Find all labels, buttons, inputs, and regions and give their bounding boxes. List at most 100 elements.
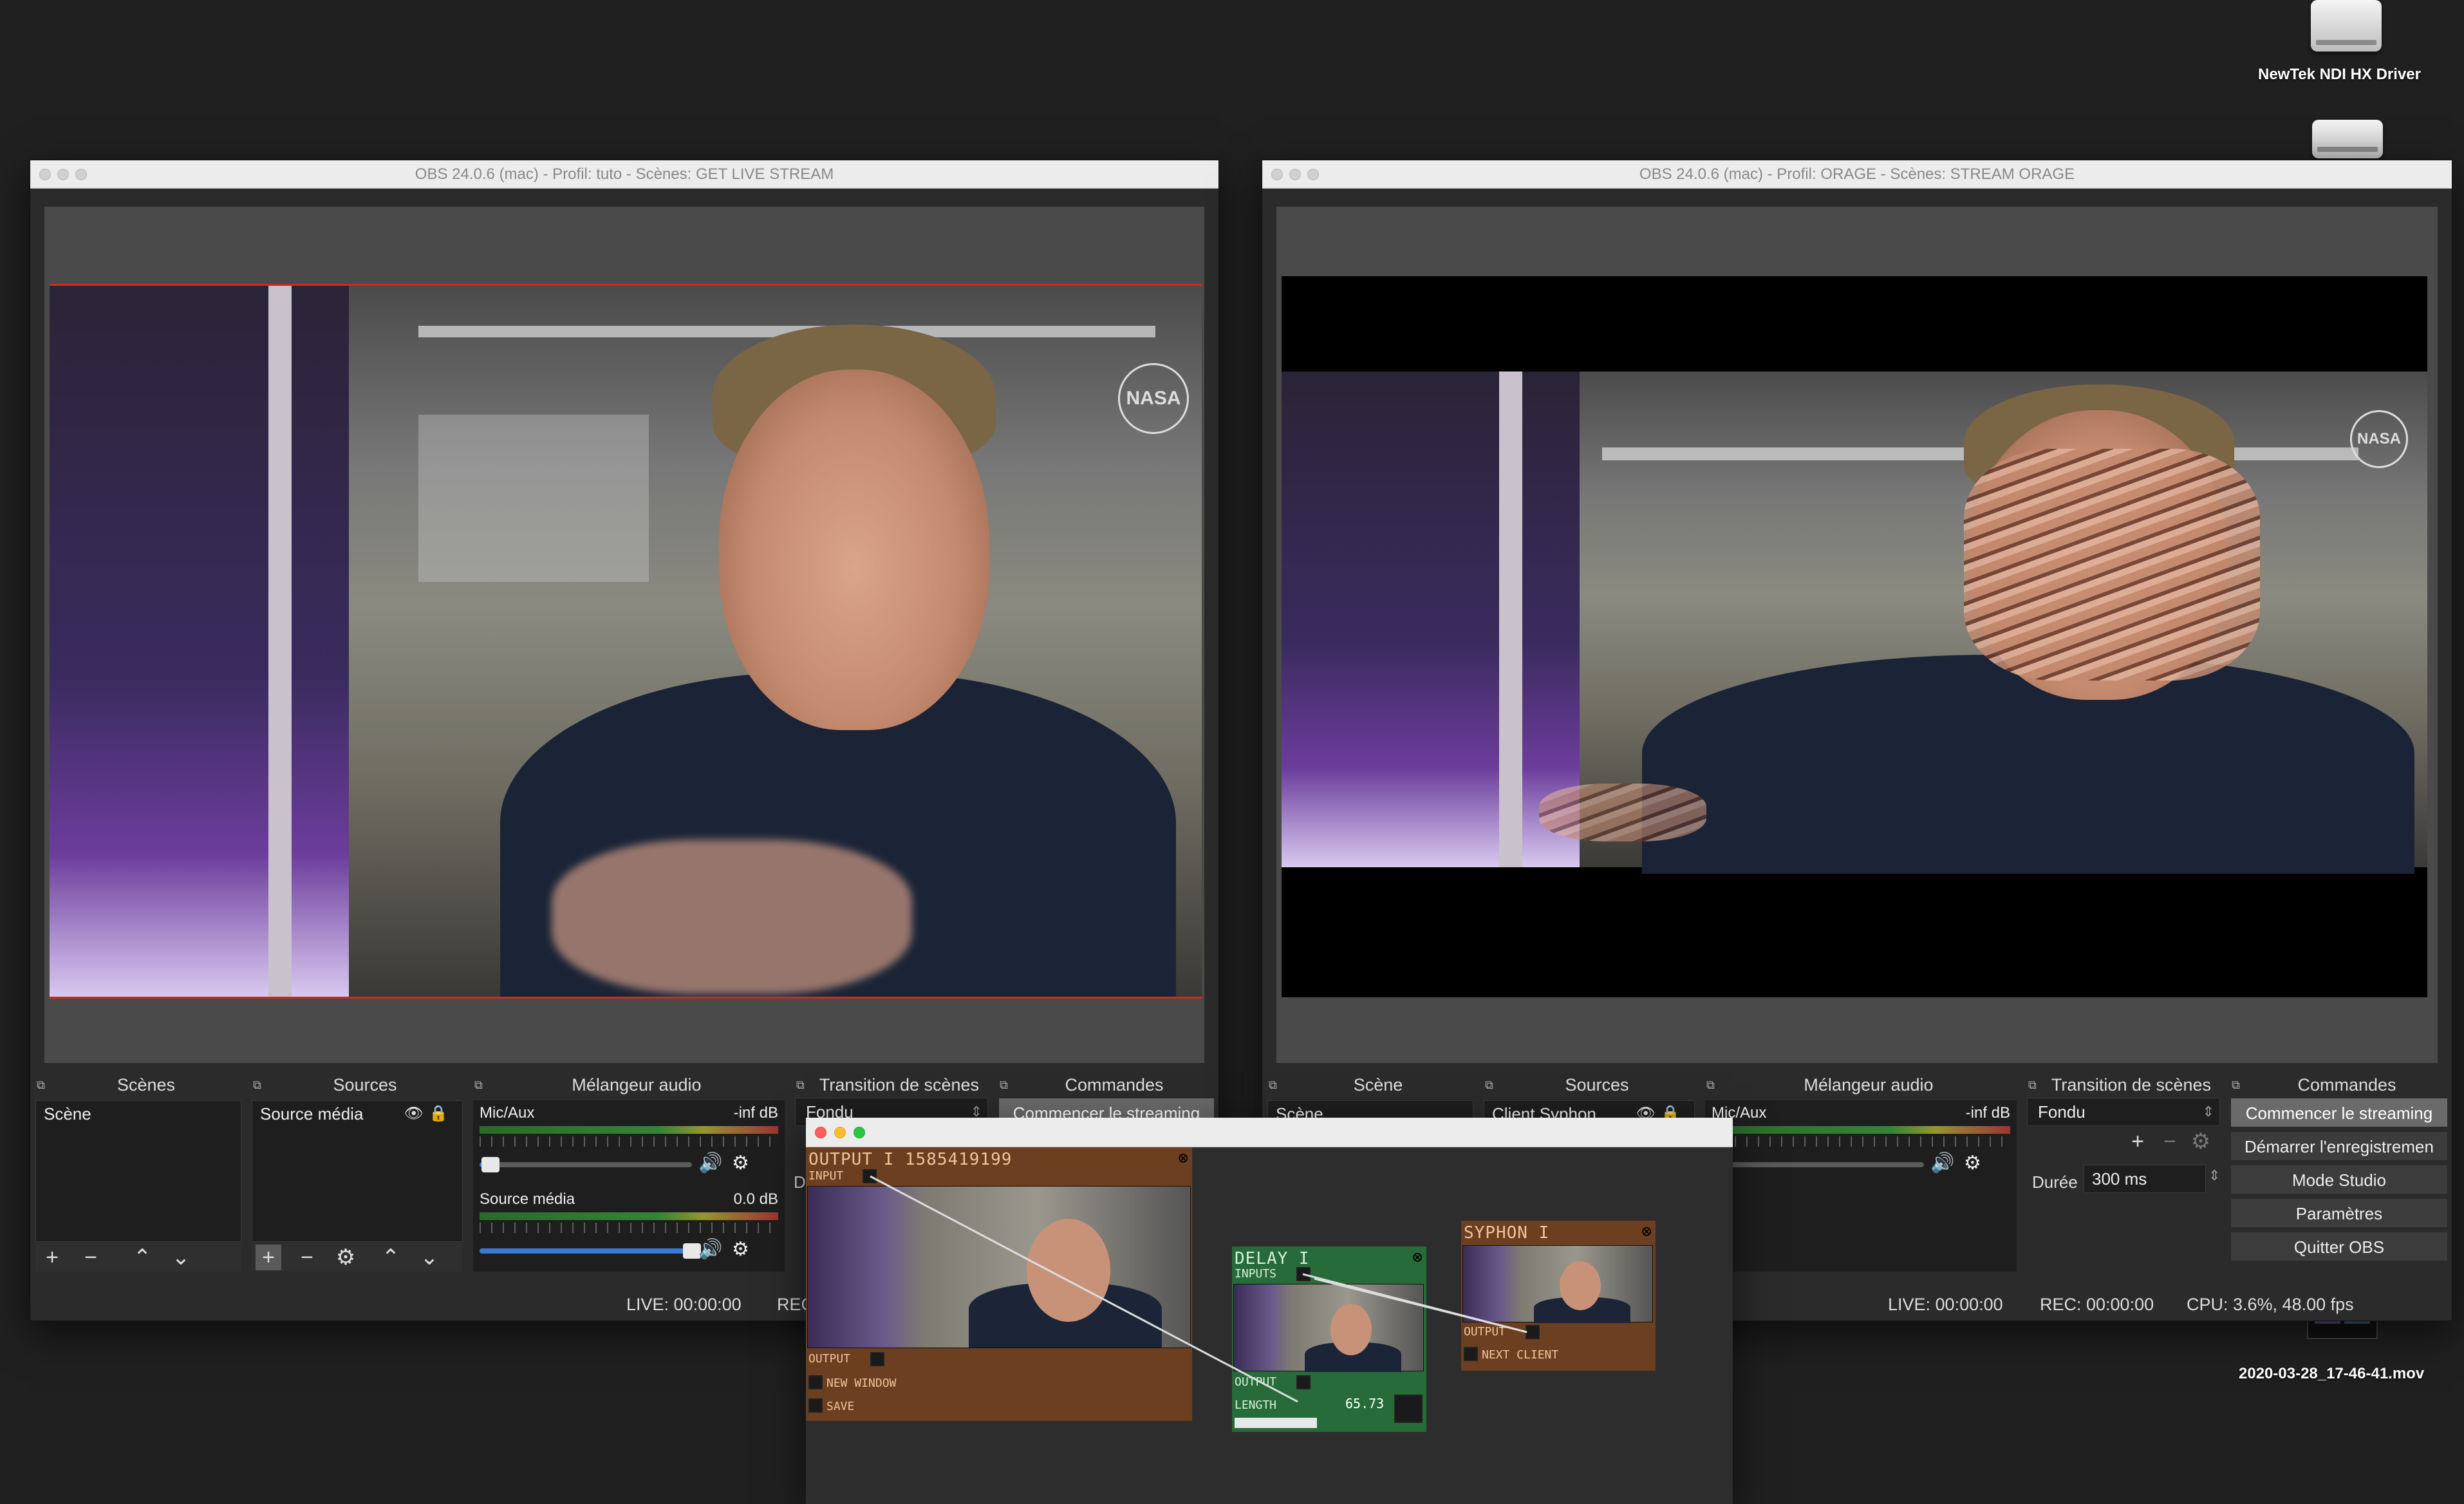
media-source-meter <box>480 1212 778 1220</box>
quit-obs-button[interactable]: Quitter OBS <box>2230 1232 2448 1261</box>
dock-float-icon[interactable]: ⧉ <box>253 1078 261 1092</box>
fader-knob[interactable] <box>481 1157 499 1172</box>
preview-canvas[interactable]: NASA <box>50 284 1202 999</box>
scenes-list[interactable]: Scène <box>35 1100 241 1242</box>
move-up-button[interactable]: ⌃ <box>378 1245 404 1270</box>
close-x-icon[interactable]: ⊗ <box>1178 1149 1188 1168</box>
delay-actor[interactable]: DELAY I ⊗ INPUTS OUTPUT LENGTH 65.73 <box>1232 1246 1426 1432</box>
minimize-button[interactable] <box>834 1127 846 1138</box>
move-down-button[interactable]: ⌄ <box>168 1245 194 1270</box>
input-port[interactable] <box>863 1169 877 1183</box>
remove-source-button[interactable]: − <box>294 1245 320 1270</box>
dock-float-icon[interactable]: ⧉ <box>1706 1078 1715 1092</box>
next-client-toggle[interactable] <box>1464 1347 1478 1361</box>
transition-gear-icon[interactable]: ⚙ <box>2188 1129 2214 1154</box>
start-streaming-button[interactable]: Commencer le streaming <box>2230 1098 2448 1127</box>
dock-title: Commandes <box>2297 1075 2396 1095</box>
ndi-driver-label[interactable]: NewTek NDI HX Driver <box>2258 66 2421 84</box>
dock-float-icon[interactable]: ⧉ <box>2028 1078 2037 1092</box>
add-scene-button[interactable]: + <box>39 1245 65 1270</box>
dock-float-icon[interactable]: ⧉ <box>1269 1078 1277 1092</box>
titlebar[interactable]: OBS 24.0.6 (mac) - Profil: ORAGE - Scène… <box>1262 160 2452 189</box>
length-slider[interactable] <box>1235 1418 1317 1428</box>
remove-scene-button[interactable]: − <box>78 1245 104 1270</box>
gear-icon[interactable]: ⚙ <box>1964 1152 1981 1174</box>
inputs-port[interactable] <box>1296 1267 1311 1281</box>
mic-aux-fader[interactable] <box>1712 1157 1924 1172</box>
close-x-icon[interactable]: ⊗ <box>1641 1222 1652 1241</box>
titlebar[interactable] <box>806 1118 1733 1147</box>
duration-spinbox[interactable]: 300 ms <box>2084 1165 2206 1193</box>
remove-transition-button[interactable]: − <box>2157 1129 2183 1154</box>
sources-list[interactable]: Source média 👁 🔒 <box>252 1100 463 1242</box>
output-actor[interactable]: OUTPUT I 1585419199 ⊗ INPUT OUTPUT NEW W… <box>806 1147 1192 1421</box>
dock-header: ⧉ Scènes <box>30 1073 247 1096</box>
ruler-bar <box>268 286 292 997</box>
dock-float-icon[interactable]: ⧉ <box>796 1078 805 1092</box>
move-down-button[interactable]: ⌄ <box>416 1245 442 1270</box>
dock-title: Mélangeur audio <box>1804 1075 1934 1095</box>
visibility-eye-icon[interactable]: 👁 <box>404 1101 424 1127</box>
settings-button[interactable]: Paramètres <box>2230 1198 2448 1228</box>
dock-float-icon[interactable]: ⧉ <box>2232 1078 2240 1092</box>
dock-title: Sources <box>1565 1075 1629 1095</box>
add-transition-button[interactable]: + <box>2125 1129 2151 1154</box>
sources-dock: ⧉ Sources Source média 👁 🔒 + − ⚙ ⌃ ⌄ <box>247 1073 468 1318</box>
media-source-fader[interactable] <box>480 1243 701 1259</box>
dock-float-icon[interactable]: ⧉ <box>474 1078 483 1092</box>
speaker-icon[interactable]: 🔊 <box>698 1152 722 1174</box>
gear-icon[interactable]: ⚙ <box>732 1238 749 1261</box>
dock-header: ⧉ Commandes <box>2225 1073 2452 1096</box>
close-button[interactable] <box>815 1127 826 1138</box>
zoom-button[interactable] <box>854 1127 865 1138</box>
lock-icon[interactable]: 🔒 <box>429 1101 448 1127</box>
preview-area[interactable]: NASA <box>44 207 1204 1063</box>
dock-float-icon[interactable]: ⧉ <box>1000 1078 1008 1092</box>
dock-title: Scène <box>1353 1075 1403 1095</box>
ndi-driver-icon[interactable] <box>2311 0 2382 52</box>
studio-mode-button[interactable]: Mode Studio <box>2230 1165 2448 1194</box>
source-item[interactable]: Source média 👁 🔒 <box>252 1101 462 1127</box>
inputs-port-label: INPUTS <box>1235 1267 1277 1281</box>
gear-icon[interactable]: ⚙ <box>732 1152 749 1174</box>
transition-value: Fondu <box>2038 1102 2086 1122</box>
move-up-button[interactable]: ⌃ <box>129 1245 155 1270</box>
preview-canvas[interactable]: NASA <box>1282 276 2427 997</box>
drive-icon[interactable] <box>2312 120 2383 158</box>
input-port-label: INPUT <box>808 1169 844 1183</box>
speaker-icon[interactable]: 🔊 <box>698 1238 722 1261</box>
next-client-label: NEXT CLIENT <box>1482 1348 1559 1362</box>
node-editor-window: OUTPUT I 1585419199 ⊗ INPUT OUTPUT NEW W… <box>806 1118 1733 1504</box>
output-port-label: OUTPUT <box>1235 1375 1277 1389</box>
mic-aux-fader[interactable] <box>480 1157 692 1172</box>
movie-file-label[interactable]: 2020-03-28_17-46-41.mov <box>2239 1365 2424 1383</box>
dock-float-icon[interactable]: ⧉ <box>37 1078 45 1092</box>
dock-title: Transition de scènes <box>2051 1075 2212 1095</box>
titlebar[interactable]: OBS 24.0.6 (mac) - Profil: tuto - Scènes… <box>30 160 1218 189</box>
spin-arrows-icon[interactable]: ⇕ <box>2208 1167 2220 1184</box>
mic-aux-db: -inf dB <box>1965 1104 2010 1122</box>
dock-title: Mélangeur audio <box>572 1075 702 1095</box>
mic-aux-meter <box>480 1126 778 1134</box>
length-port[interactable] <box>1394 1395 1423 1423</box>
start-recording-button[interactable]: Démarrer l'enregistremen <box>2230 1131 2448 1161</box>
output-port[interactable] <box>1296 1375 1311 1389</box>
transition-dock: ⧉ Transition de scènes Fondu ⇕ + − ⚙ Dur… <box>2022 1073 2225 1318</box>
actor-title: OUTPUT I 1585419199 <box>808 1150 1013 1169</box>
preview-area[interactable]: NASA <box>1276 207 2438 1063</box>
output-port-label: OUTPUT <box>1464 1325 1506 1339</box>
dock-float-icon[interactable]: ⧉ <box>1485 1078 1493 1092</box>
light-strip <box>418 415 649 582</box>
close-x-icon[interactable]: ⊗ <box>1412 1248 1423 1267</box>
save-toggle[interactable] <box>808 1398 823 1413</box>
output-port[interactable] <box>870 1352 884 1366</box>
source-properties-gear-icon[interactable]: ⚙ <box>333 1245 359 1270</box>
mic-aux-name: Mic/Aux <box>480 1104 535 1122</box>
transition-select[interactable]: Fondu ⇕ <box>2027 1098 2220 1126</box>
output-port[interactable] <box>1526 1325 1540 1339</box>
speaker-icon[interactable]: 🔊 <box>1930 1152 1954 1174</box>
new-window-toggle[interactable] <box>808 1375 823 1389</box>
scene-item[interactable]: Scène <box>36 1101 241 1127</box>
syphon-actor[interactable]: SYPHON I ⊗ OUTPUT NEXT CLIENT <box>1461 1221 1656 1371</box>
add-source-button[interactable]: + <box>256 1245 281 1270</box>
